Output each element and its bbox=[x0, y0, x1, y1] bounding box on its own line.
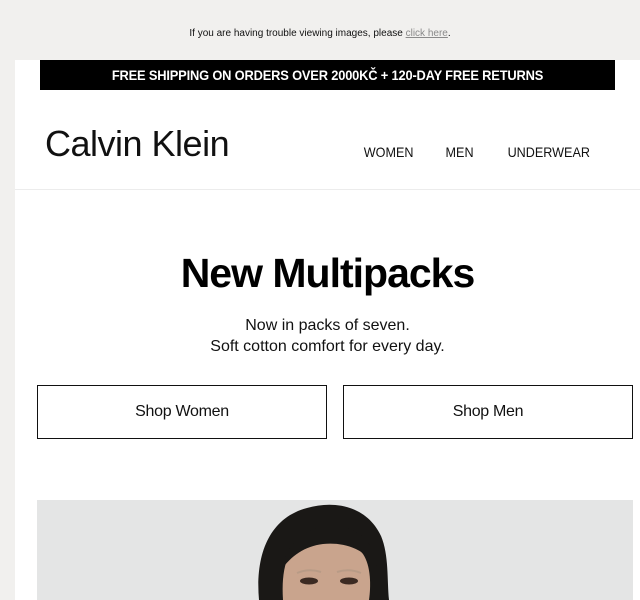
preheader-suffix: . bbox=[447, 28, 451, 39]
click-here-link[interactable]: click here bbox=[406, 28, 448, 39]
header: Calvin Klein WOMEN MEN UNDERWEAR bbox=[15, 90, 640, 190]
headline: New Multipacks bbox=[180, 250, 476, 296]
subheadline-line-1: Now in packs of seven. bbox=[245, 317, 410, 334]
shop-women-button[interactable]: Shop Women bbox=[37, 385, 327, 439]
subheadline: Now in packs of seven. Soft cotton comfo… bbox=[15, 315, 640, 357]
shop-men-button[interactable]: Shop Men bbox=[343, 385, 633, 439]
email-body: FREE SHIPPING ON ORDERS OVER 2000KČ + 12… bbox=[15, 60, 640, 600]
promo-banner[interactable]: FREE SHIPPING ON ORDERS OVER 2000KČ + 12… bbox=[40, 60, 615, 90]
subheadline-line-2: Soft cotton comfort for every day. bbox=[210, 338, 445, 355]
hero-image[interactable] bbox=[37, 500, 633, 600]
preheader: If you are having trouble viewing images… bbox=[0, 0, 640, 60]
nav-underwear[interactable]: UNDERWEAR bbox=[508, 144, 590, 160]
preheader-text: If you are having trouble viewing images… bbox=[189, 28, 406, 39]
calvin-klein-logo[interactable]: Calvin Klein bbox=[45, 123, 230, 165]
main-nav: WOMEN MEN UNDERWEAR bbox=[361, 144, 595, 160]
model-photo bbox=[37, 500, 633, 600]
nav-women[interactable]: WOMEN bbox=[364, 144, 414, 160]
nav-men[interactable]: MEN bbox=[446, 144, 474, 160]
